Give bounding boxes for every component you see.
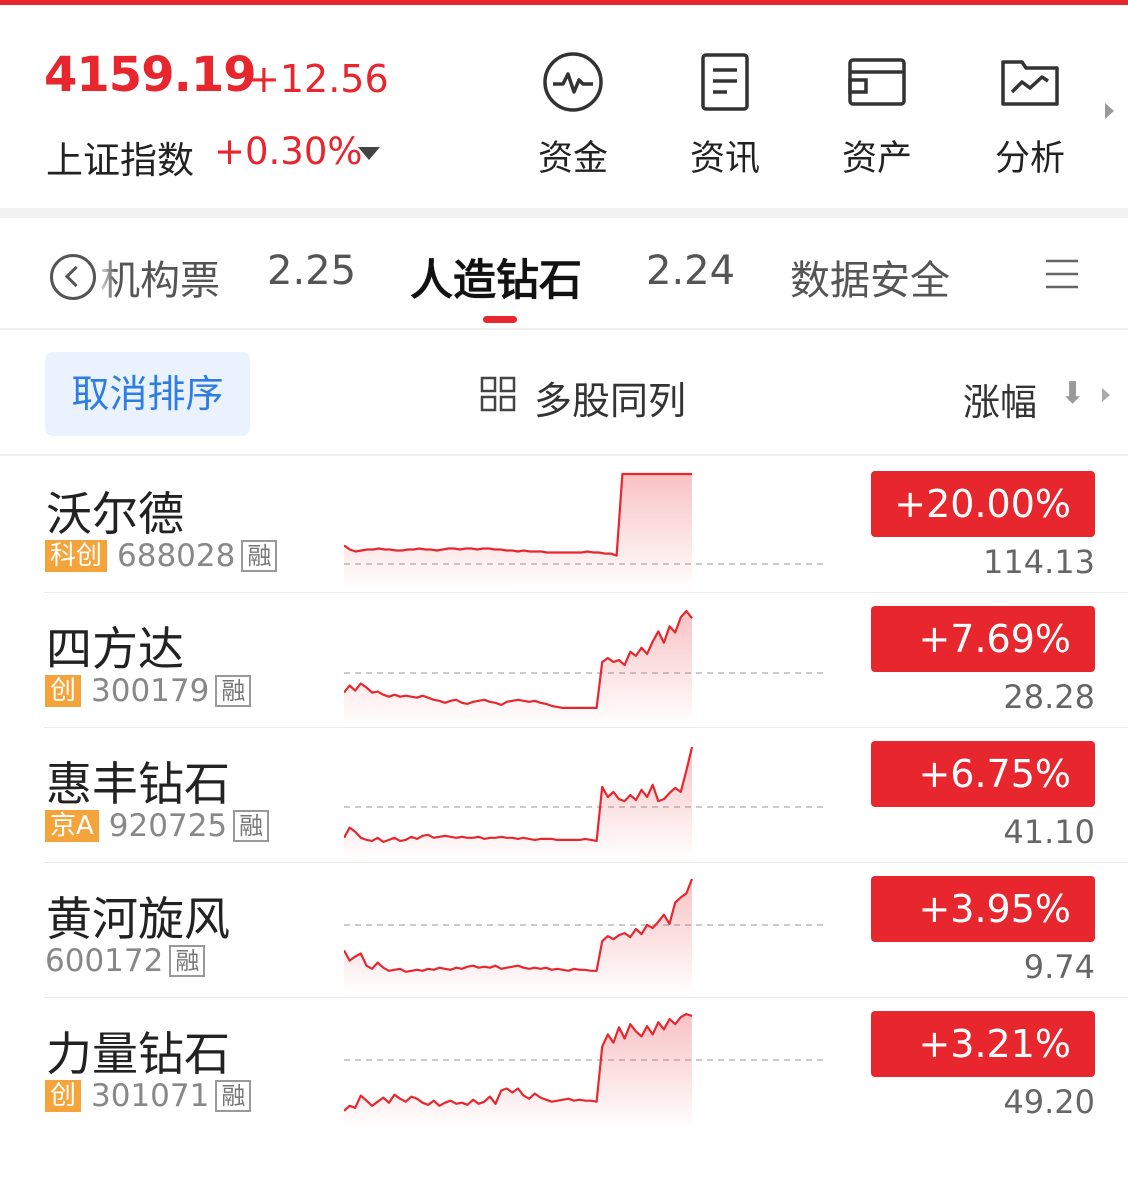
sparkline-area bbox=[344, 747, 692, 860]
section-divider bbox=[0, 208, 1128, 218]
caret-down-icon[interactable] bbox=[358, 147, 380, 160]
stock-tags: 京A 920725 融 bbox=[45, 808, 270, 844]
news-label: 资讯 bbox=[689, 139, 760, 179]
change-pct-badge[interactable]: +3.95% bbox=[871, 876, 1095, 942]
stock-code: 300179 bbox=[91, 673, 210, 709]
multi-stock-button[interactable]: 多股同列 bbox=[534, 370, 686, 425]
stock-code: 920725 bbox=[108, 808, 228, 844]
stock-code: 600172 bbox=[45, 943, 164, 979]
stock-code: 688028 bbox=[117, 538, 236, 574]
index-pct: +0.30% bbox=[214, 130, 363, 173]
sparkline-area bbox=[344, 1014, 692, 1130]
concept-tabs: 机构票 2.25 人造钻石 2.24 数据安全 bbox=[0, 218, 1128, 330]
stock-name: 力量钻石 bbox=[46, 1027, 230, 1081]
change-pct-badge[interactable]: +7.69% bbox=[871, 606, 1095, 672]
sparkline-area bbox=[344, 879, 692, 995]
stock-row[interactable]: 力量钻石 创 301071 融 +3.21% 49.20 bbox=[0, 998, 1128, 1133]
grid-icon[interactable] bbox=[480, 376, 516, 412]
active-tab-indicator bbox=[483, 316, 517, 323]
stock-tags: 创 300179 融 bbox=[45, 673, 252, 709]
intraday-sparkline bbox=[344, 472, 828, 590]
assets-label: 资产 bbox=[841, 139, 912, 179]
stock-row[interactable]: 沃尔德 科创 688028 融 +20.00% 114.13 bbox=[0, 458, 1128, 593]
tab-data-security[interactable]: 数据安全 bbox=[790, 248, 950, 306]
document-icon bbox=[701, 53, 749, 111]
tab-artificial-diamond[interactable]: 人造钻石 bbox=[410, 246, 582, 308]
intraday-sparkline bbox=[344, 878, 828, 995]
assets-button[interactable]: 资产 bbox=[817, 50, 937, 180]
cancel-sort-button[interactable]: 取消排序 bbox=[45, 352, 250, 436]
analysis-label: 分析 bbox=[994, 139, 1065, 179]
pulse-circle-icon bbox=[543, 52, 603, 112]
tab-institution[interactable]: 机构票 bbox=[100, 248, 220, 306]
fund-flow-button[interactable]: 资金 bbox=[513, 50, 633, 180]
board-tag: 京A bbox=[45, 810, 99, 842]
chart-folder-icon bbox=[1001, 60, 1059, 106]
intraday-sparkline bbox=[344, 609, 828, 725]
back-icon[interactable] bbox=[50, 254, 96, 300]
tab-clip-fade bbox=[96, 218, 116, 328]
stock-row[interactable]: 黄河旋风 600172 融 +3.95% 9.74 bbox=[0, 863, 1128, 998]
stock-tags: 创 301071 融 bbox=[45, 1078, 252, 1114]
margin-tag: 融 bbox=[215, 1080, 252, 1112]
stock-price: 9.74 bbox=[1023, 948, 1095, 986]
stock-tags: 科创 688028 融 bbox=[45, 538, 278, 574]
stock-code: 301071 bbox=[91, 1078, 210, 1114]
stock-price: 28.28 bbox=[1003, 678, 1095, 716]
sparkline-area bbox=[344, 611, 692, 725]
sort-desc-icon[interactable]: ⬇ bbox=[1060, 376, 1085, 411]
stock-price: 49.20 bbox=[1003, 1083, 1095, 1121]
stock-name: 黄河旋风 bbox=[46, 892, 230, 946]
stock-price: 41.10 bbox=[1003, 813, 1095, 851]
stock-price: 114.13 bbox=[983, 543, 1095, 581]
stock-row[interactable]: 惠丰钻石 京A 920725 融 +6.75% 41.10 bbox=[0, 728, 1128, 863]
index-header[interactable]: 4159.19 +12.56 上证指数 +0.30% 资金 资讯 资产 分析 bbox=[0, 5, 1128, 208]
margin-tag: 融 bbox=[215, 675, 252, 707]
stock-row[interactable]: 四方达 创 300179 融 +7.69% 28.28 bbox=[0, 593, 1128, 728]
stock-name: 四方达 bbox=[46, 622, 184, 676]
margin-tag: 融 bbox=[233, 810, 270, 842]
stock-name: 沃尔德 bbox=[46, 487, 184, 541]
tab-date-0225[interactable]: 2.25 bbox=[267, 248, 356, 294]
change-pct-badge[interactable]: +20.00% bbox=[871, 471, 1095, 537]
board-tag: 科创 bbox=[45, 540, 108, 572]
margin-tag: 融 bbox=[169, 945, 206, 977]
change-pct-badge[interactable]: +3.21% bbox=[871, 1011, 1095, 1077]
list-toolbar: 取消排序 多股同列 涨幅 ⬇ bbox=[0, 332, 1128, 456]
news-button[interactable]: 资讯 bbox=[665, 50, 785, 180]
fund-flow-label: 资金 bbox=[537, 139, 608, 179]
intraday-sparkline bbox=[344, 746, 828, 860]
margin-tag: 融 bbox=[241, 540, 278, 572]
change-pct-badge[interactable]: +6.75% bbox=[871, 741, 1095, 807]
stock-name: 惠丰钻石 bbox=[46, 757, 230, 811]
chevron-right-icon[interactable] bbox=[1105, 103, 1114, 119]
tab-date-0224[interactable]: 2.24 bbox=[646, 248, 735, 294]
board-tag: 创 bbox=[45, 675, 82, 707]
menu-icon[interactable] bbox=[1044, 256, 1080, 292]
wallet-icon bbox=[848, 58, 906, 106]
chevron-right-icon[interactable] bbox=[1102, 388, 1110, 402]
intraday-sparkline bbox=[344, 1012, 828, 1130]
index-value: 4159.19 bbox=[44, 47, 257, 103]
analysis-button[interactable]: 分析 bbox=[970, 50, 1090, 180]
index-change: +12.56 bbox=[248, 57, 389, 101]
index-name: 上证指数 bbox=[46, 139, 194, 182]
tab-overflow-fade bbox=[990, 218, 1030, 328]
sparkline-area bbox=[344, 474, 692, 590]
stock-tags: 600172 融 bbox=[45, 943, 206, 979]
sort-by-change-button[interactable]: 涨幅 bbox=[963, 372, 1037, 426]
board-tag: 创 bbox=[45, 1080, 82, 1112]
